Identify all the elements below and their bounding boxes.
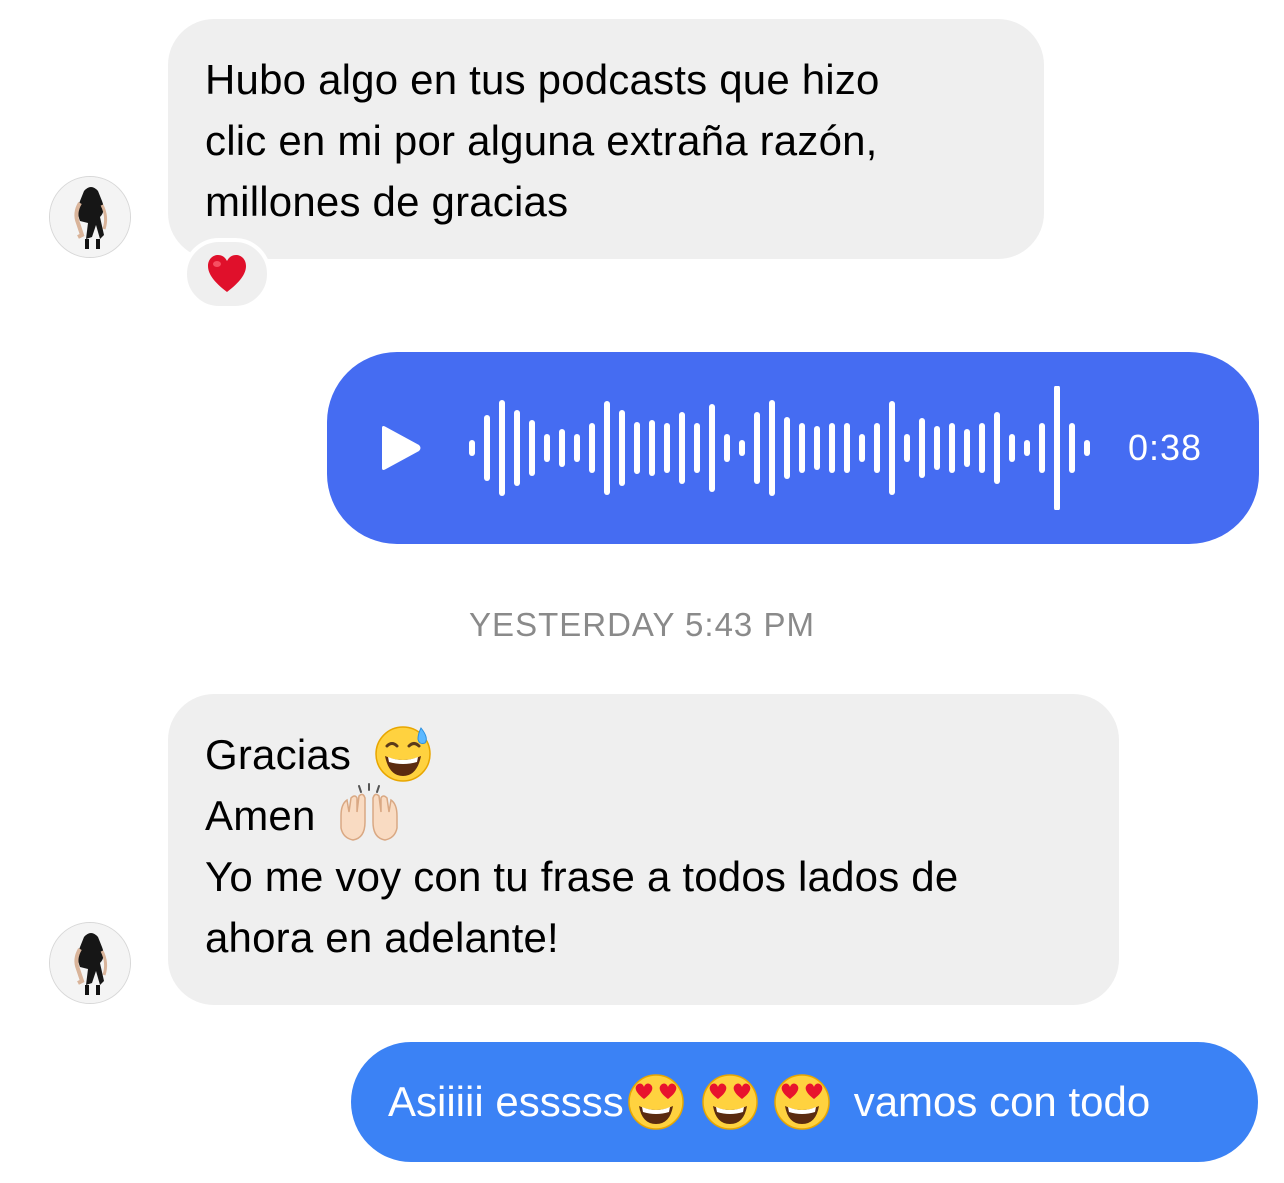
contact-avatar[interactable] — [49, 176, 131, 258]
play-icon[interactable] — [380, 425, 422, 471]
heart-eyes-emoji — [627, 1074, 684, 1130]
voice-duration: 0:38 — [1128, 427, 1203, 468]
contact-avatar[interactable] — [49, 922, 131, 1004]
incoming-message-bubble[interactable]: Hubo algo en tus podcasts que hizo clic … — [168, 19, 1044, 259]
heart-icon — [208, 255, 246, 292]
message-text: vamos con todo — [853, 1078, 1151, 1125]
message-line: Hubo algo en tus podcasts que hizo — [205, 56, 880, 103]
message-line: Gracias — [205, 724, 1119, 785]
message-text: Asiiiii esssss — [388, 1078, 624, 1125]
message-text: Amen — [205, 792, 316, 839]
incoming-message-bubble[interactable]: Gracias Amen Yo me voy con tu frase a to… — [168, 694, 1119, 1005]
grinning-sweat-emoji — [375, 726, 431, 782]
heart-reaction[interactable] — [183, 238, 271, 310]
message-line: ahora en adelante! — [205, 914, 559, 961]
outgoing-message-bubble[interactable]: Asiiiii esssss vamos con todo — [351, 1042, 1258, 1162]
timestamp-divider: YESTERDAY 5:43 PM — [469, 606, 815, 643]
heart-eyes-emoji — [701, 1074, 758, 1130]
avatar-image — [50, 177, 130, 257]
message-line: Amen — [205, 782, 1119, 846]
heart-eyes-emoji — [773, 1074, 830, 1130]
message-line: Yo me voy con tu frase a todos lados de — [205, 853, 959, 900]
message-line: clic en mi por alguna extraña razón, — [205, 117, 878, 164]
avatar-image — [50, 923, 130, 1003]
message-text: Gracias — [205, 731, 352, 778]
raised-hands-emoji — [340, 782, 399, 841]
message-line: millones de gracias — [205, 178, 569, 225]
audio-waveform[interactable] — [468, 386, 1100, 510]
